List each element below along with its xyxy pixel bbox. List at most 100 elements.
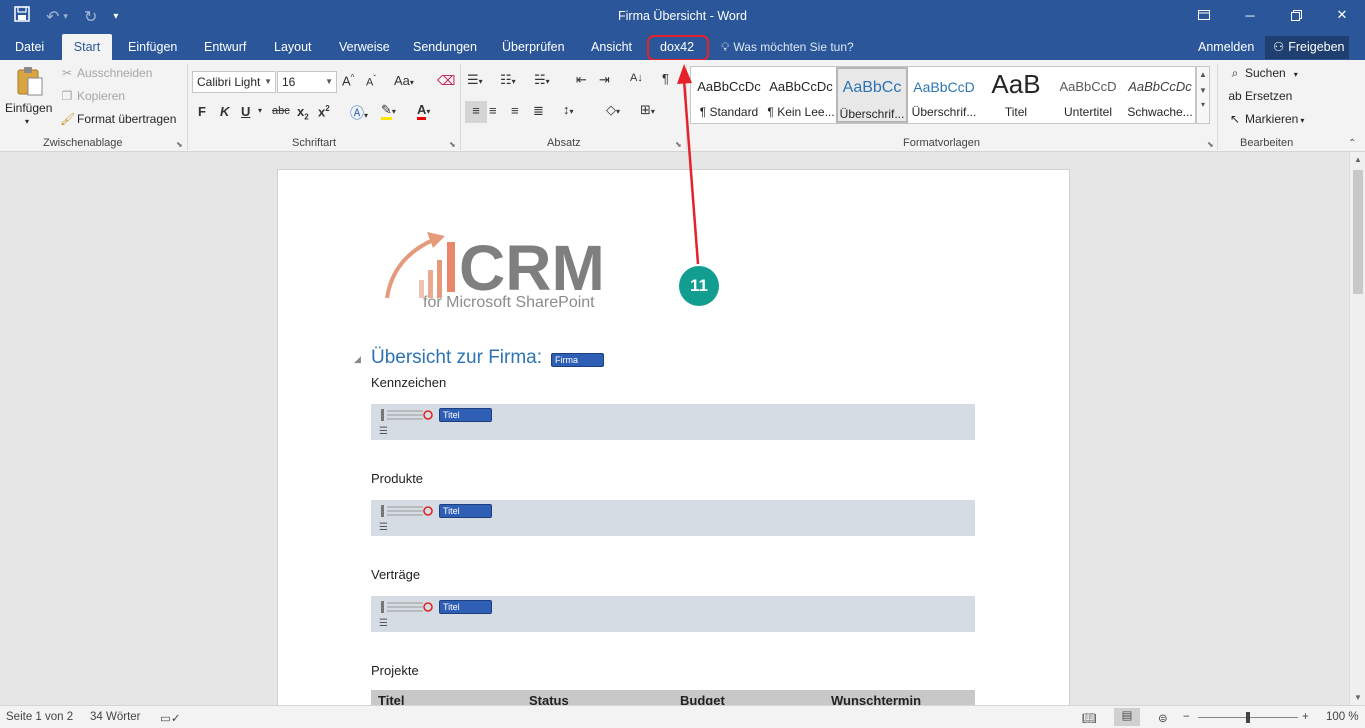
tab-view[interactable]: Ansicht: [591, 34, 632, 60]
show-marks-icon[interactable]: ¶: [662, 71, 669, 86]
tell-me-box[interactable]: 💡︎ Was möchten Sie tun?: [721, 34, 854, 60]
increase-indent-icon[interactable]: ⇥: [599, 72, 610, 88]
line-spacing-icon[interactable]: ↕▾: [563, 102, 574, 117]
superscript-icon[interactable]: x2: [318, 104, 330, 119]
close-icon[interactable]: ✕: [1319, 0, 1365, 30]
tab-references[interactable]: Verweise: [339, 34, 390, 60]
font-name-combo[interactable]: Calibri Light ▼: [192, 71, 276, 93]
share-button[interactable]: ⚇ Freigeben: [1265, 36, 1349, 59]
dox42-highlight: [647, 35, 709, 61]
tab-start[interactable]: Start: [62, 34, 112, 60]
read-mode-icon[interactable]: 📖︎: [1082, 711, 1097, 725]
style-heading1[interactable]: AaBbCc Überschrif...: [836, 67, 908, 123]
scrollbar-thumb[interactable]: [1353, 170, 1363, 294]
chevron-up-icon[interactable]: ▲: [1197, 70, 1209, 79]
sort-icon[interactable]: A↓: [630, 72, 643, 84]
print-layout-icon[interactable]: ▤: [1114, 708, 1140, 726]
subscript-icon[interactable]: x2: [297, 104, 309, 122]
style-subtitle[interactable]: AaBbCcD Untertitel: [1052, 67, 1124, 123]
dialog-launcher-icon[interactable]: ⬊: [449, 140, 456, 149]
shading-icon[interactable]: ◇▾: [606, 102, 620, 118]
style-heading2[interactable]: AaBbCcD Überschrif...: [908, 67, 980, 123]
tab-review[interactable]: Überprüfen: [502, 34, 565, 60]
style-title[interactable]: AaB Titel: [980, 67, 1052, 123]
style-no-spacing[interactable]: AaBbCcDc ¶ Kein Lee...: [765, 67, 837, 123]
chevron-down-icon[interactable]: ▼: [1197, 86, 1209, 95]
highlight-color-icon[interactable]: ✎▾: [381, 102, 396, 120]
clipboard-icon[interactable]: [16, 66, 44, 99]
shrink-font-icon[interactable]: Aˇ: [366, 74, 376, 89]
restore-icon[interactable]: [1273, 0, 1319, 30]
field-badge-titel[interactable]: Titel: [439, 408, 492, 422]
sign-in-link[interactable]: Anmelden: [1198, 34, 1254, 60]
italic-icon[interactable]: K: [220, 104, 229, 119]
proofing-icon[interactable]: ▭✓: [160, 711, 181, 725]
web-layout-icon[interactable]: ⊜: [1158, 711, 1168, 725]
change-case-icon[interactable]: Aa▾: [394, 73, 414, 88]
collapse-ribbon-icon[interactable]: ⌃: [1348, 138, 1356, 149]
align-center-icon[interactable]: ≡: [489, 103, 497, 118]
field-badge-firma[interactable]: Firma: [551, 353, 604, 367]
clear-formatting-icon[interactable]: ⌫: [437, 73, 455, 89]
justify-icon[interactable]: ≣: [533, 103, 544, 119]
cut-button[interactable]: ✂ Ausschneiden: [60, 66, 152, 80]
tab-design[interactable]: Entwurf: [204, 34, 246, 60]
vertical-scrollbar[interactable]: ▲ ▼: [1349, 152, 1365, 705]
minimize-icon[interactable]: ─: [1227, 0, 1273, 30]
format-painter-button[interactable]: 🖌︎ Format übertragen: [60, 112, 176, 126]
document-heading[interactable]: Übersicht zur Firma:: [371, 347, 542, 369]
text-effects-icon[interactable]: Ⓐ▾: [350, 103, 368, 123]
font-size-combo[interactable]: 16 ▼: [277, 71, 337, 93]
projects-table-header: Titel Status Budget Wunschtermin: [371, 690, 975, 705]
zoom-in-icon[interactable]: +: [1302, 711, 1309, 723]
list-chain-icon: [381, 409, 433, 421]
repeat-block-kennzeichen[interactable]: Titel ☰: [371, 404, 975, 440]
bold-icon[interactable]: F: [198, 104, 206, 119]
numbering-icon[interactable]: ☷▾: [500, 72, 516, 88]
style-standard[interactable]: AaBbCcDc ¶ Standard: [693, 67, 765, 123]
repeat-block-vertraege[interactable]: Titel ☰: [371, 596, 975, 632]
select-button[interactable]: ↖ Markieren ▾: [1228, 112, 1304, 126]
expand-gallery-icon[interactable]: ▾: [1197, 100, 1209, 109]
chevron-up-icon[interactable]: ▲: [1350, 155, 1365, 164]
step-callout: 11: [679, 266, 719, 306]
font-color-icon[interactable]: A▾: [417, 102, 430, 120]
tab-mailings[interactable]: Sendungen: [413, 34, 477, 60]
copy-button[interactable]: ❐ Kopieren: [60, 89, 125, 103]
tab-file[interactable]: Datei: [15, 34, 44, 60]
ribbon-display-icon[interactable]: [1181, 0, 1227, 30]
underline-dropdown-icon[interactable]: ▾: [258, 106, 262, 115]
style-subtle-emphasis[interactable]: AaBbCcDc Schwache...: [1124, 67, 1196, 123]
tab-insert[interactable]: Einfügen: [128, 34, 177, 60]
field-badge-titel[interactable]: Titel: [439, 504, 492, 518]
bullets-icon[interactable]: ☰▾: [467, 72, 483, 88]
chevron-down-icon[interactable]: ▼: [1350, 693, 1365, 702]
dialog-launcher-icon[interactable]: ⬊: [176, 140, 183, 149]
repeat-block-produkte[interactable]: Titel ☰: [371, 500, 975, 536]
dialog-launcher-icon[interactable]: ⬊: [1207, 140, 1214, 149]
grow-font-icon[interactable]: A^: [342, 73, 354, 88]
tab-layout[interactable]: Layout: [274, 34, 312, 60]
replace-button[interactable]: ab Ersetzen: [1228, 89, 1292, 103]
strikethrough-icon[interactable]: abc: [272, 105, 290, 117]
find-button[interactable]: ⌕ Suchen ▾: [1228, 66, 1298, 81]
document-icon: ☰: [379, 426, 388, 437]
zoom-slider-thumb[interactable]: [1246, 712, 1250, 723]
dialog-launcher-icon[interactable]: ⬊: [675, 140, 682, 149]
collapse-heading-icon[interactable]: ◢: [354, 354, 361, 365]
paste-button[interactable]: Einfügen: [5, 101, 52, 115]
document-page[interactable]: CRM for Microsoft SharePoint ◢ Übersicht…: [277, 169, 1070, 705]
zoom-out-icon[interactable]: −: [1183, 711, 1190, 723]
multilevel-list-icon[interactable]: ☵▾: [534, 72, 550, 88]
borders-icon[interactable]: ⊞▾: [640, 102, 655, 118]
zoom-level[interactable]: 100 %: [1326, 711, 1359, 723]
align-right-icon[interactable]: ≡: [511, 103, 519, 118]
styles-scroll[interactable]: ▲ ▼ ▾: [1196, 66, 1210, 124]
decrease-indent-icon[interactable]: ⇤: [576, 72, 587, 88]
word-count[interactable]: 34 Wörter: [90, 711, 141, 723]
align-left-icon[interactable]: ≡: [465, 101, 487, 123]
paste-dropdown-icon[interactable]: ▾: [25, 117, 29, 126]
page-count[interactable]: Seite 1 von 2: [6, 711, 73, 723]
underline-icon[interactable]: U: [241, 104, 250, 119]
field-badge-titel[interactable]: Titel: [439, 600, 492, 614]
